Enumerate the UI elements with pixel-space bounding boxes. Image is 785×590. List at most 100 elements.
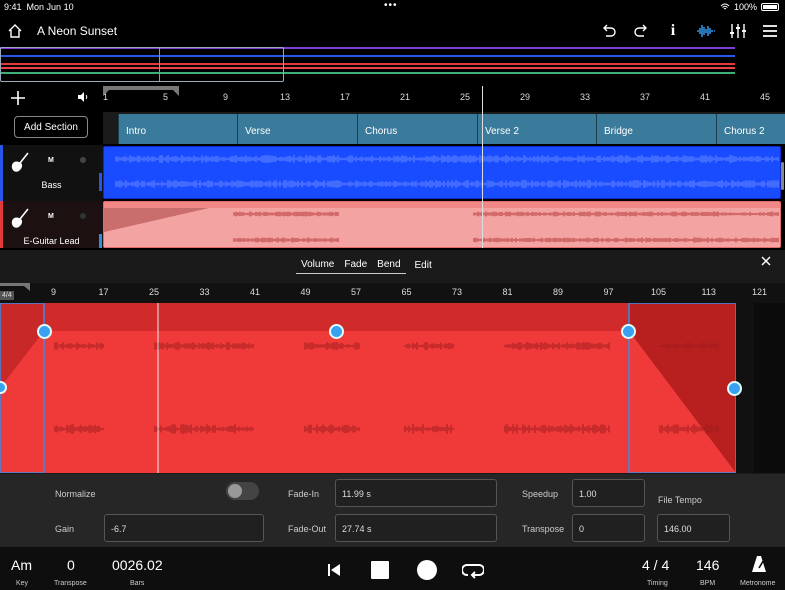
track-selection-bar [99,234,102,248]
add-track-button[interactable] [8,88,28,108]
metronome-icon [752,556,766,572]
bars-value[interactable]: 0026.02 [112,557,163,573]
transpose-label: Transpose [522,524,565,534]
ruler-bar-label: 37 [640,92,651,102]
tab-bend[interactable]: Bend [372,256,406,274]
loop-button[interactable] [462,559,484,581]
add-section-button[interactable]: Add Section [14,116,88,138]
transport-bar: Am Key 0 Transpose 0026.02 Bars 4 / 4 Ti… [0,547,785,590]
record-arm-dot[interactable] [80,213,86,219]
transpose-field[interactable]: 0 [572,514,645,542]
fade-in-label: Fade-In [288,489,320,499]
volume-envelope-editor[interactable] [0,303,785,473]
tab-edit[interactable]: Edit [410,256,437,274]
mute-button[interactable]: M [48,157,54,164]
loop-icon [462,564,484,579]
playhead[interactable] [482,86,483,248]
overview-playhead [159,48,160,81]
section-lane[interactable]: Intro Verse Chorus Verse 2 Bridge Chorus… [103,112,785,144]
bass-guitar-icon [11,152,29,172]
ruler-bar-label: 5 [163,92,169,102]
section-block[interactable]: Chorus 2 [716,114,785,144]
song-title[interactable]: A Neon Sunset [37,24,117,38]
bpm-value[interactable]: 146 [696,557,719,573]
overview-viewport[interactable] [0,47,284,82]
fade-in-handle[interactable] [37,324,52,339]
timing-value[interactable]: 4 / 4 [642,557,669,573]
redo-icon[interactable] [630,20,652,42]
song-overview[interactable] [0,46,785,84]
track-header-guitar[interactable]: M E-Guitar Lead [0,201,103,248]
ruler-bar-label: 13 [280,92,291,102]
tab-fade[interactable]: Fade [339,256,373,274]
close-icon[interactable] [760,255,772,267]
editor-ruler-label: 49 [300,287,311,297]
metronome-button[interactable] [748,553,770,575]
status-bar: 9:41 Mon Jun 10 ••• 100% [0,0,785,14]
track-header-bass[interactable]: M Bass [0,145,103,201]
editor-ruler-label: 113 [701,287,716,297]
ruler-bar-label: 1 [103,92,109,102]
audio-region-bass[interactable] [103,146,781,199]
transpose-value[interactable]: 0 [67,557,75,573]
fade-in-field[interactable]: 11.99 s [335,479,497,507]
speaker-icon[interactable] [76,90,90,104]
editor-ruler-label: 73 [452,287,463,297]
ruler-bar-label: 21 [400,92,411,102]
editor-ruler-label: 105 [651,287,667,297]
battery-percent: 100% [733,2,757,12]
mute-button[interactable]: M [48,213,54,220]
gain-field[interactable]: -6.7 [104,514,264,542]
rewind-button[interactable] [323,559,345,581]
speedup-label: Speedup [522,489,559,499]
menu-icon[interactable] [759,20,781,42]
stop-icon [371,561,389,579]
battery-icon [761,3,779,11]
multitask-dots-icon[interactable]: ••• [384,0,398,11]
file-tempo-field[interactable]: 146.00 [657,514,730,542]
status-time-date: 9:41 Mon Jun 10 [4,2,74,12]
home-icon[interactable] [4,20,26,42]
section-block[interactable]: Intro [118,114,237,144]
editor-ruler-label: 97 [603,287,614,297]
audio-region-guitar[interactable] [103,201,781,248]
electric-guitar-icon [11,208,29,228]
normalize-toggle[interactable] [226,482,259,500]
tab-volume[interactable]: Volume [296,256,340,274]
ruler-bar-label: 25 [460,92,471,102]
gain-handle[interactable] [329,324,344,339]
ruler-bar-label: 45 [760,92,771,102]
speedup-field[interactable]: 1.00 [572,479,645,507]
editor-ruler-label: 65 [401,287,412,297]
timing-label: Timing [647,580,668,587]
stop-button[interactable] [369,559,391,581]
section-block[interactable]: Chorus [357,114,477,144]
fade-out-label: Fade-Out [288,524,327,534]
record-arm-dot[interactable] [80,157,86,163]
editor-ruler-label: 57 [351,287,362,297]
record-icon [417,560,437,580]
record-button[interactable] [416,559,438,581]
fade-out-field[interactable]: 27.74 s [335,514,497,542]
top-toolbar: A Neon Sunset i [0,14,785,46]
timeline-ruler[interactable]: 1 5 9 13 17 21 25 29 33 37 41 45 [103,86,785,108]
waveform-icon[interactable] [695,20,717,42]
track-name: Bass [41,180,62,190]
editor-ruler-label: 9 [51,287,57,297]
mixer-icon[interactable] [727,20,749,42]
transpose-label: Transpose [54,580,87,587]
section-block[interactable]: Verse [237,114,357,144]
undo-icon[interactable] [598,20,620,42]
editor-ruler[interactable]: 4/4 9 17 25 33 41 49 57 65 73 81 89 97 105 113 121 [0,283,785,303]
vertical-scrollbar[interactable] [781,162,784,190]
info-icon[interactable]: i [662,20,684,42]
section-block[interactable]: Verse 2 [477,114,596,144]
editor-loop-marker[interactable] [0,283,30,291]
section-block[interactable]: Bridge [596,114,716,144]
wifi-icon [720,3,730,10]
editor-ruler-label: 41 [250,287,261,297]
bass-waveform [115,155,779,188]
envelope-end-handle[interactable] [727,381,742,396]
fade-out-handle[interactable] [621,324,636,339]
key-value[interactable]: Am [11,557,32,573]
